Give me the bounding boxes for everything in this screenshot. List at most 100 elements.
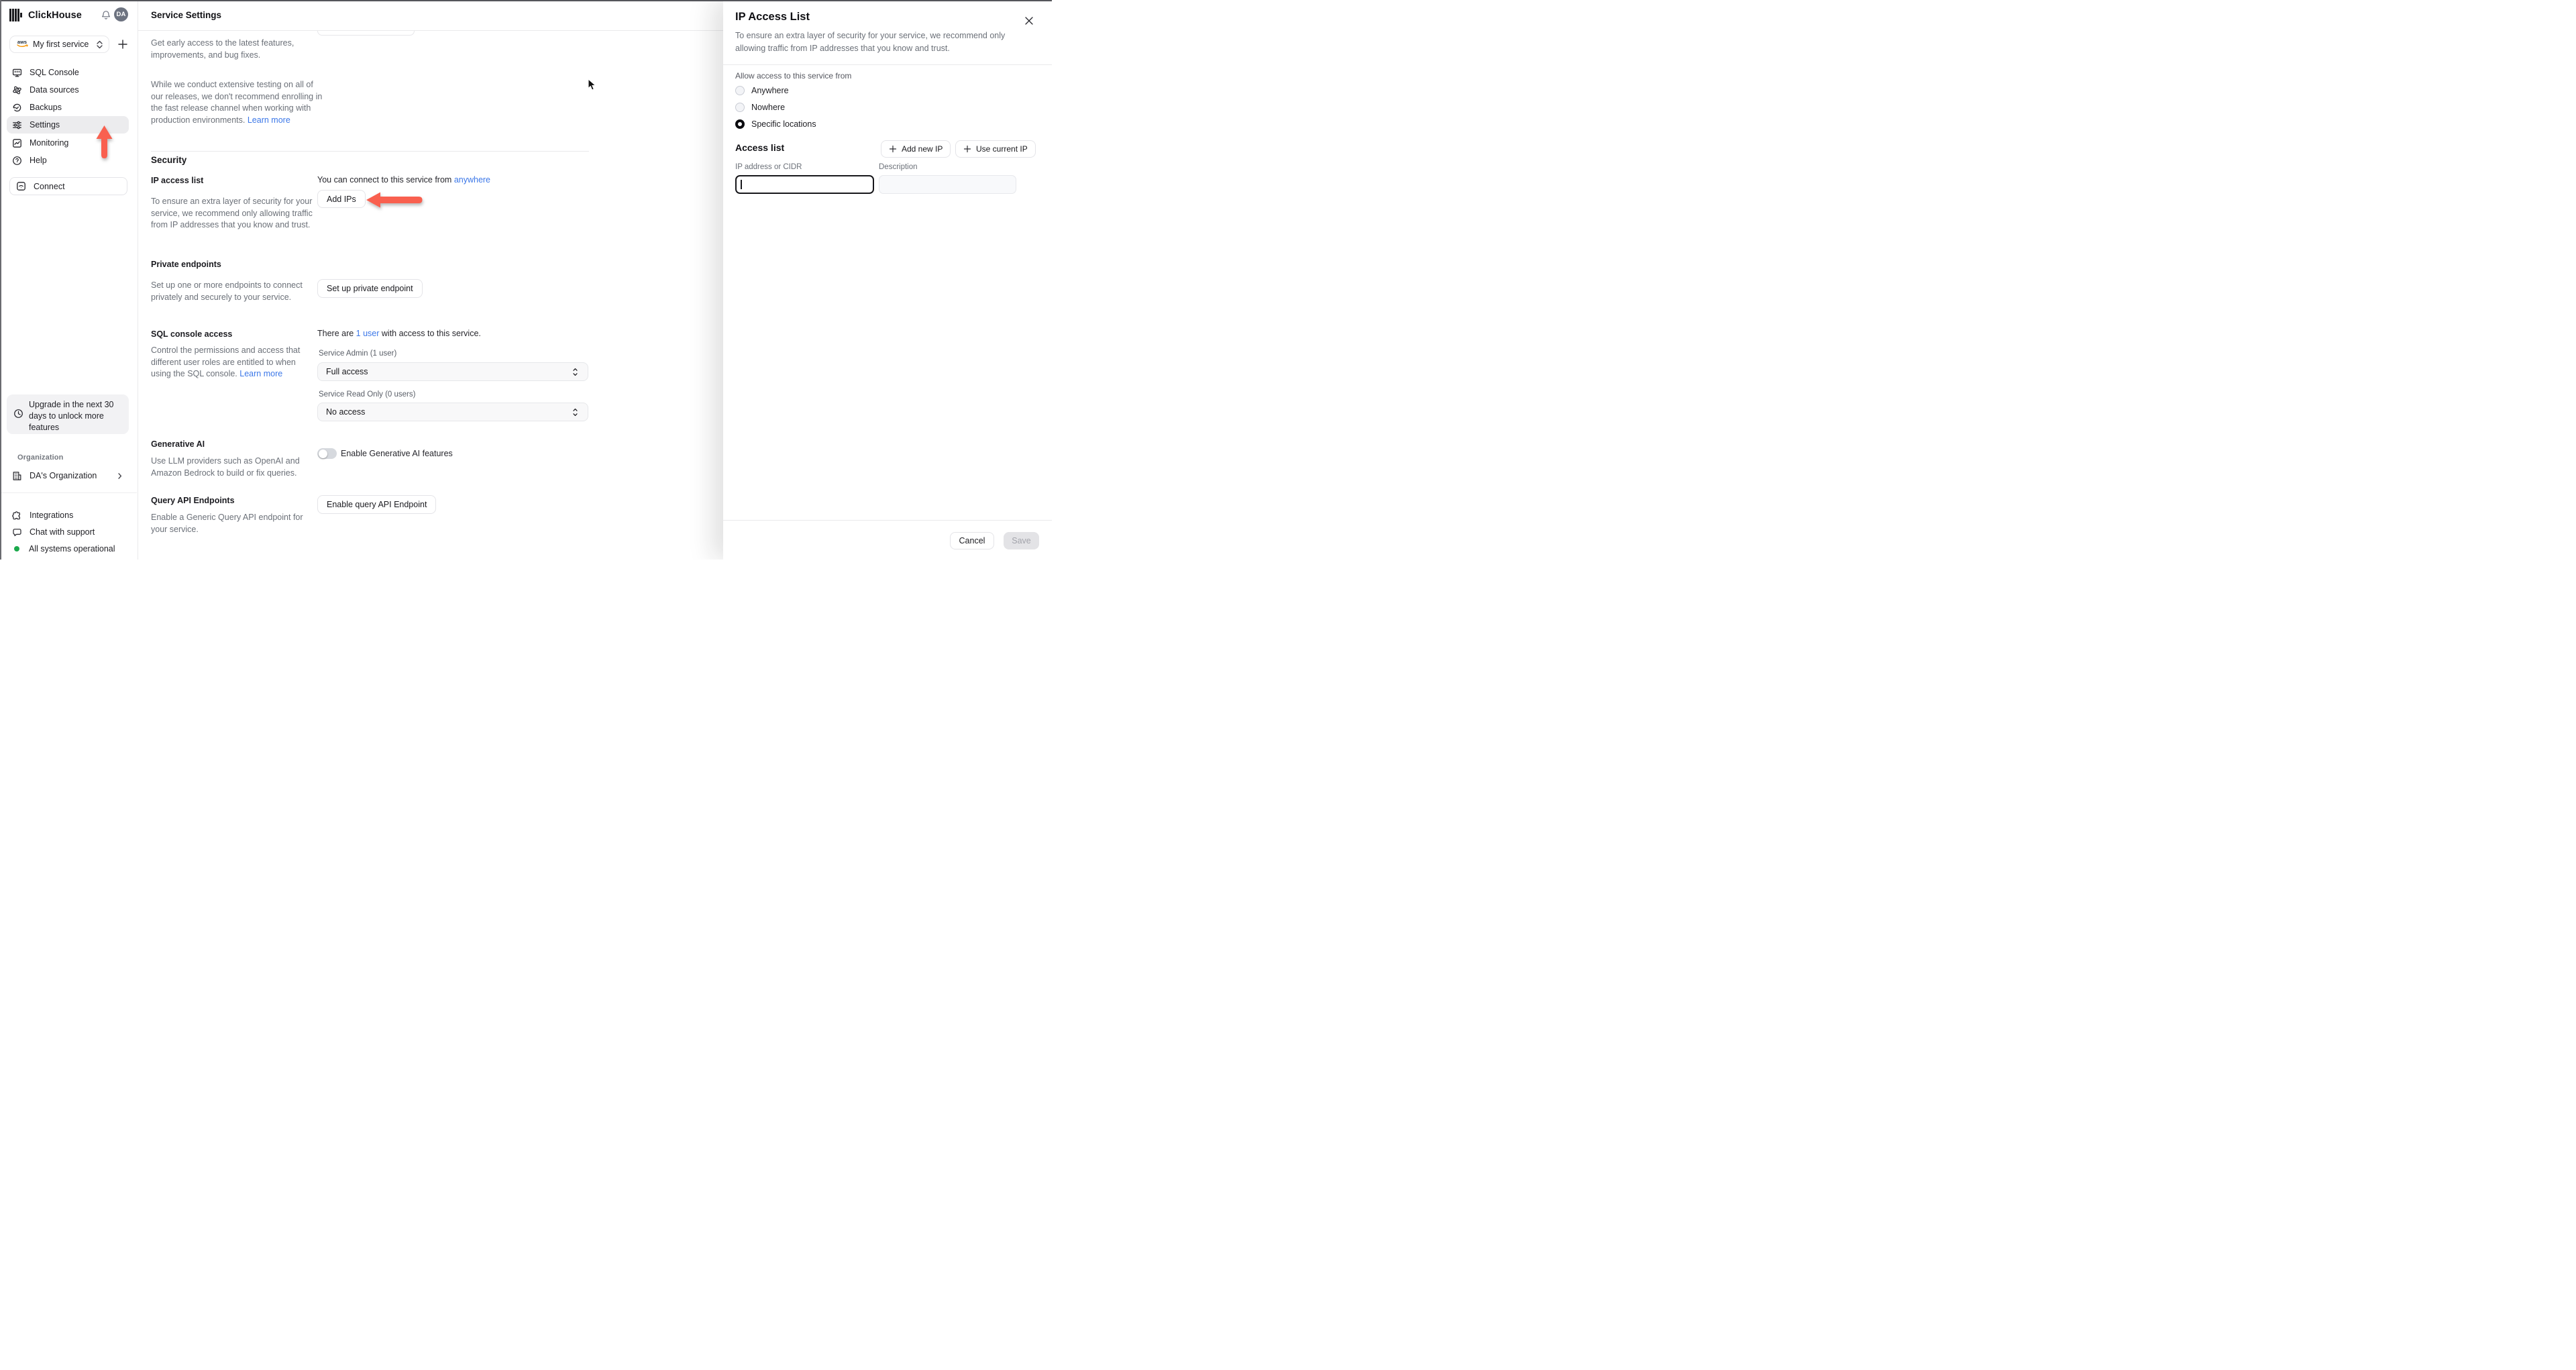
description-field bbox=[879, 175, 1016, 194]
backups-icon bbox=[12, 103, 22, 113]
ip-access-description: To ensure an extra layer of security for… bbox=[151, 197, 313, 230]
sidebar-item-label: Settings bbox=[30, 120, 60, 129]
service-selector[interactable]: aws My first service bbox=[9, 36, 109, 53]
integrations-puzzle-icon bbox=[12, 511, 22, 521]
ip-address-input[interactable] bbox=[735, 175, 874, 194]
add-new-ip-label: Add new IP bbox=[902, 144, 943, 154]
anywhere-link[interactable]: anywhere bbox=[454, 175, 490, 185]
organization-row[interactable]: DA's Organization bbox=[7, 468, 129, 484]
radio-anywhere[interactable]: Anywhere bbox=[735, 86, 789, 95]
sidebar-item-backups[interactable]: Backups bbox=[7, 99, 129, 116]
system-status-label: All systems operational bbox=[29, 544, 115, 554]
description-field-label: Description bbox=[879, 163, 918, 171]
red-arrow-up-annotation bbox=[96, 125, 113, 158]
connect-wifi-icon bbox=[16, 181, 26, 191]
service-selector-label: My first service bbox=[33, 40, 89, 49]
mouse-cursor bbox=[588, 78, 596, 91]
description-input[interactable] bbox=[879, 175, 1016, 194]
organization-section-label: Organization bbox=[17, 454, 64, 462]
sql-console-learn-more-link[interactable]: Learn more bbox=[239, 369, 282, 378]
query-api-description: Enable a Generic Query API endpoint for … bbox=[151, 513, 303, 534]
organization-name: DA's Organization bbox=[30, 471, 97, 480]
ip-access-status-text: You can connect to this service from bbox=[317, 175, 454, 185]
radio-label: Anywhere bbox=[751, 86, 789, 95]
ip-access-status: You can connect to this service from any… bbox=[317, 175, 490, 185]
main-header: Service Settings bbox=[138, 0, 723, 31]
panel-footer-divider bbox=[723, 520, 1052, 521]
sidebar-item-data-sources[interactable]: Data sources bbox=[7, 81, 129, 99]
panel-title: IP Access List bbox=[735, 11, 810, 23]
user-avatar[interactable]: DA bbox=[114, 7, 128, 21]
service-readonly-select[interactable]: No access bbox=[317, 403, 588, 421]
radio-nowhere[interactable]: Nowhere bbox=[735, 103, 785, 112]
sidebar-item-label: Chat with support bbox=[30, 527, 95, 537]
service-admin-select[interactable]: Full access bbox=[317, 362, 588, 381]
chevron-updown-icon bbox=[571, 407, 580, 417]
sidebar-item-integrations[interactable]: Integrations bbox=[7, 507, 129, 523]
system-status-row[interactable]: All systems operational bbox=[7, 541, 129, 557]
service-admin-select-value: Full access bbox=[326, 367, 368, 376]
private-endpoints-description: Set up one or more endpoints to connect … bbox=[151, 280, 303, 302]
sentence-prefix: There are bbox=[317, 329, 356, 338]
radio-circle-icon bbox=[735, 103, 745, 112]
sidebar-item-label: Integrations bbox=[30, 511, 74, 520]
ip-access-list-panel: IP Access List To ensure an extra layer … bbox=[723, 0, 1052, 560]
release-channel-learn-more-link[interactable]: Learn more bbox=[248, 115, 290, 125]
radio-specific-locations[interactable]: Specific locations bbox=[735, 119, 816, 129]
upgrade-notice-text: Upgrade in the next 30 days to unlock mo… bbox=[29, 400, 114, 432]
red-arrow-left-annotation bbox=[366, 192, 423, 208]
upgrade-notice-card[interactable]: Upgrade in the next 30 days to unlock mo… bbox=[7, 394, 129, 434]
release-channel-para2: While we conduct extensive testing on al… bbox=[151, 79, 327, 126]
connect-button[interactable]: Connect bbox=[9, 177, 127, 195]
plus-icon bbox=[889, 145, 897, 153]
service-readonly-select-value: No access bbox=[326, 407, 366, 417]
sidebar-item-label: Backups bbox=[30, 103, 62, 112]
text-caret bbox=[741, 180, 742, 189]
aws-provider-icon: aws bbox=[15, 40, 29, 48]
release-channel-para1: Get early access to the latest features,… bbox=[151, 38, 294, 60]
setup-private-endpoint-button[interactable]: Set up private endpoint bbox=[317, 279, 423, 298]
allow-access-label: Allow access to this service from bbox=[735, 71, 852, 81]
use-current-ip-label: Use current IP bbox=[976, 144, 1028, 154]
security-heading: Security bbox=[151, 155, 187, 165]
service-readonly-label: Service Read Only (0 users) bbox=[319, 390, 416, 399]
add-service-button[interactable] bbox=[117, 38, 129, 50]
generative-ai-toggle[interactable] bbox=[317, 448, 337, 459]
status-green-dot-icon bbox=[14, 546, 19, 551]
close-icon[interactable] bbox=[1024, 16, 1034, 25]
brand-name: ClickHouse bbox=[28, 9, 82, 21]
sidebar-divider bbox=[0, 492, 137, 493]
chat-bubble-icon bbox=[12, 527, 22, 537]
brand: ClickHouse bbox=[9, 9, 82, 21]
enable-query-api-button[interactable]: Enable query API Endpoint bbox=[317, 495, 437, 514]
plus-icon bbox=[963, 145, 971, 153]
radio-circle-icon bbox=[735, 86, 745, 95]
add-new-ip-button[interactable]: Add new IP bbox=[881, 140, 951, 158]
use-current-ip-button[interactable]: Use current IP bbox=[955, 140, 1036, 158]
sidebar-item-label: SQL Console bbox=[30, 68, 79, 77]
notifications-bell-icon[interactable] bbox=[101, 10, 111, 21]
sidebar: ClickHouse DA aws My first service SQL C… bbox=[0, 0, 138, 560]
service-admin-label: Service Admin (1 user) bbox=[319, 350, 397, 358]
add-ips-button[interactable]: Add IPs bbox=[317, 190, 366, 208]
release-channel-select-cutoff[interactable] bbox=[317, 31, 415, 36]
sql-console-users-sentence: There are 1 user with access to this ser… bbox=[317, 329, 481, 338]
sentence-suffix: with access to this service. bbox=[379, 329, 481, 338]
sidebar-item-chat-support[interactable]: Chat with support bbox=[7, 524, 129, 540]
radio-label: Specific locations bbox=[751, 119, 816, 129]
sidebar-item-sql-console[interactable]: SQL Console bbox=[7, 64, 129, 81]
save-button[interactable]: Save bbox=[1004, 532, 1039, 549]
chevron-updown-icon bbox=[96, 40, 103, 49]
help-icon bbox=[12, 156, 22, 166]
panel-divider bbox=[723, 64, 1052, 65]
radio-circle-selected-icon bbox=[735, 119, 745, 129]
sql-console-description: Control the permissions and access that … bbox=[151, 345, 315, 380]
sql-console-icon bbox=[12, 68, 22, 78]
access-list-heading: Access list bbox=[735, 142, 785, 153]
ip-address-field-label: IP address or CIDR bbox=[735, 163, 802, 171]
one-user-link[interactable]: 1 user bbox=[356, 329, 380, 338]
panel-description: To ensure an extra layer of security for… bbox=[735, 31, 1006, 53]
cancel-button[interactable]: Cancel bbox=[950, 532, 994, 549]
query-api-endpoints-label: Query API Endpoints bbox=[151, 496, 235, 505]
settings-icon bbox=[12, 120, 22, 130]
